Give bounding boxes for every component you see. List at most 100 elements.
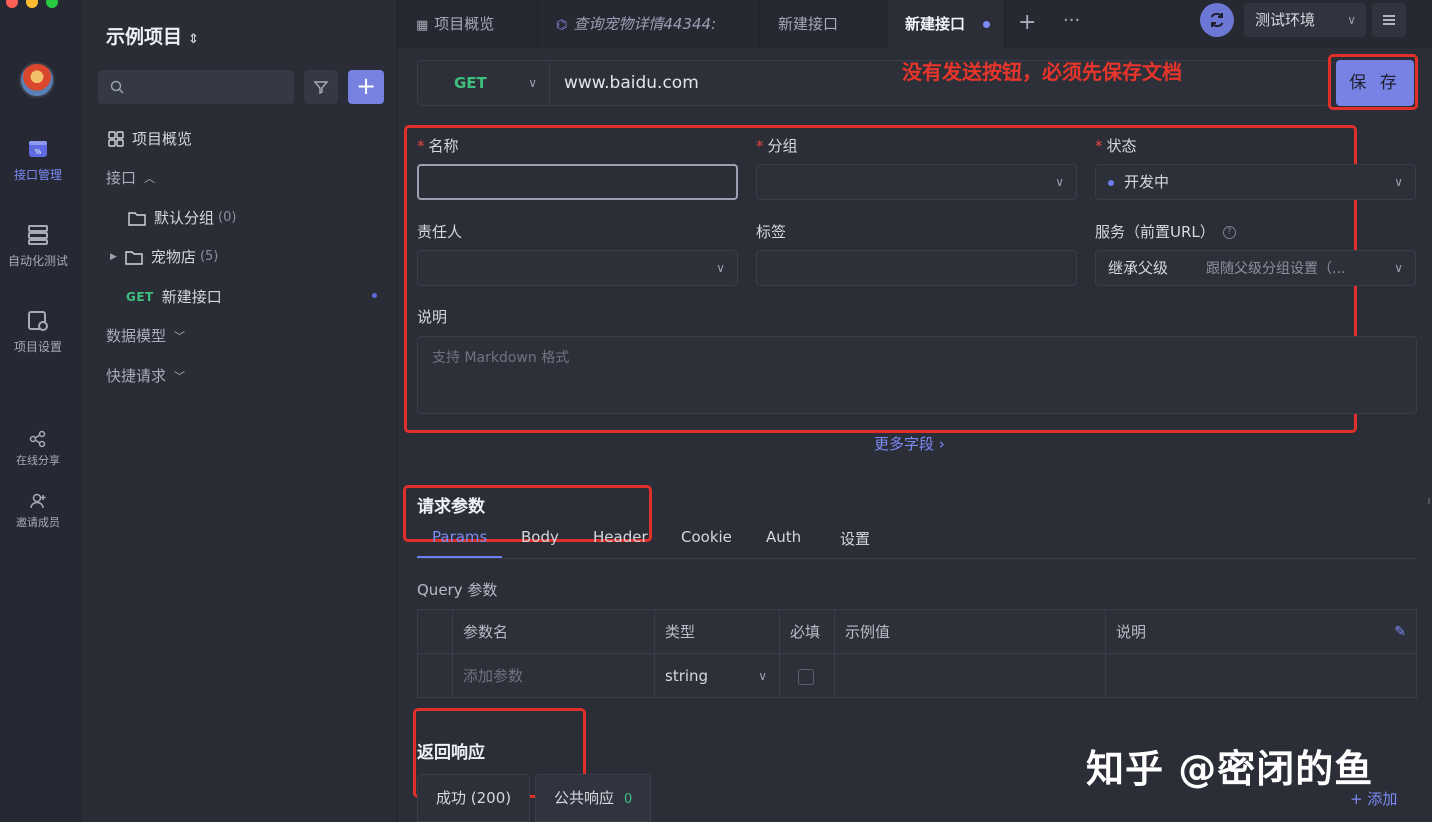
environment-value: 测试环境: [1255, 11, 1316, 29]
bulk-edit-icon[interactable]: ✎: [1394, 610, 1406, 654]
project-switcher[interactable]: 示例项目 ⇕: [106, 22, 199, 49]
service-label: 服务（前置URL）?: [1095, 221, 1236, 242]
method-select[interactable]: GET ∨: [418, 61, 550, 105]
more-fields-link[interactable]: 更多字段 ›: [874, 433, 945, 454]
param-name-input[interactable]: 添加参数: [452, 654, 654, 698]
group-label: * 分组: [756, 137, 798, 155]
rail-item-project-settings[interactable]: 项目设置: [0, 310, 76, 355]
drag-column: [418, 610, 452, 654]
project-settings-icon: [28, 311, 48, 331]
tree-label-interfaces: 接口: [106, 169, 137, 187]
service-hint: 跟随父级分组设置（...: [1206, 261, 1346, 277]
tree-item-new-api[interactable]: GET 新建接口: [126, 286, 222, 307]
tags-input[interactable]: [756, 250, 1077, 286]
add-button[interactable]: +: [348, 70, 384, 104]
query-params-label: Query 参数: [417, 581, 498, 599]
sync-button[interactable]: [1200, 3, 1234, 37]
service-select[interactable]: 继承父级 跟随父级分组设置（... ∨: [1095, 250, 1416, 286]
new-tab-button[interactable]: +: [1018, 10, 1036, 35]
hamburger-icon: [1383, 15, 1395, 25]
rail-item-online-share[interactable]: 在线分享: [0, 430, 76, 468]
project-title: 示例项目: [106, 26, 183, 48]
status-label: * 状态: [1095, 137, 1137, 155]
example-input[interactable]: [834, 654, 1105, 698]
tab-cookie[interactable]: Cookie: [681, 528, 732, 546]
save-button[interactable]: 保 存: [1336, 60, 1414, 106]
switch-arrows-icon: ⇕: [188, 32, 199, 47]
request-params-title: 请求参数: [417, 497, 485, 517]
watermark: 知乎 @密闭的鱼: [1086, 747, 1374, 791]
response-tab-common[interactable]: 公共响应 0: [535, 774, 652, 822]
tree-label-pet-store: 宠物店: [150, 248, 196, 266]
tree-item-overview[interactable]: 项目概览: [108, 128, 192, 149]
description-input[interactable]: [1105, 654, 1416, 698]
url-input[interactable]: www.baidu.com: [564, 61, 699, 105]
chevron-down-icon: ﹀: [174, 329, 186, 343]
tab-new-api-1[interactable]: 新建接口: [760, 0, 887, 48]
tree-item-interfaces[interactable]: 接口 ︿: [106, 167, 155, 188]
tree-item-quick-requests[interactable]: 快捷请求 ﹀: [106, 365, 185, 386]
tree-item-data-models[interactable]: 数据模型 ﹀: [106, 325, 185, 346]
response-tab-success[interactable]: 成功 (200): [417, 774, 531, 822]
tab-settings[interactable]: 设置: [840, 528, 870, 549]
count-badge: 0: [624, 792, 633, 807]
help-icon[interactable]: ?: [1222, 226, 1236, 239]
column-header: 示例值: [834, 610, 1105, 654]
chevron-down-icon: ∨: [1055, 175, 1064, 189]
description-textarea[interactable]: 支持 Markdown 格式: [417, 336, 1417, 414]
tree-item-pet-store[interactable]: ▶ 宠物店 (5): [110, 246, 218, 267]
tab-body[interactable]: Body: [521, 528, 559, 546]
tree-label-default-group: 默认分组: [154, 209, 215, 227]
method-value: GET: [454, 74, 487, 92]
tab-new-api-2[interactable]: 新建接口: [887, 0, 1005, 48]
required-cell: [779, 654, 834, 698]
svg-text:%: %: [35, 148, 42, 156]
tree-count-default-group: (0): [218, 210, 237, 225]
menu-button[interactable]: [1372, 3, 1406, 37]
unsaved-dot: [983, 21, 991, 28]
close-window-button[interactable]: [6, 0, 18, 8]
invite-user-icon: [30, 493, 46, 509]
minimize-window-button[interactable]: [26, 0, 38, 8]
chevron-down-icon: ∨: [1394, 175, 1403, 189]
column-header: 类型: [654, 610, 779, 654]
more-tabs-button[interactable]: ···: [1063, 10, 1080, 31]
tab-header[interactable]: Header: [593, 528, 648, 546]
tree-label-overview: 项目概览: [132, 130, 193, 148]
tree-count-pet-store: (5): [199, 249, 219, 264]
tab-params[interactable]: Params: [432, 528, 487, 546]
group-select[interactable]: ∨: [756, 164, 1077, 200]
avatar[interactable]: [19, 62, 55, 98]
column-header: 必填: [779, 610, 834, 654]
filter-button[interactable]: [304, 70, 338, 104]
api-doc-icon: ⌬: [556, 18, 568, 33]
tab-auth[interactable]: Auth: [766, 528, 801, 546]
status-dot: [1108, 179, 1114, 186]
response-title: 返回响应: [417, 743, 485, 763]
status-select[interactable]: 开发中 ∨: [1095, 164, 1416, 200]
owner-select[interactable]: ∨: [417, 250, 738, 286]
url-bar: GET ∨ www.baidu.com: [417, 60, 1329, 106]
tree-label-new-api: 新建接口: [161, 288, 222, 306]
rail-label-project-settings: 项目设置: [13, 340, 62, 354]
table-row: 添加参数 string ∨: [418, 654, 1416, 698]
name-input[interactable]: [417, 164, 738, 200]
param-type-select[interactable]: string ∨: [654, 654, 779, 698]
automation-icon: [28, 225, 48, 245]
environment-select[interactable]: 测试环境 ∨: [1244, 3, 1366, 37]
description-label: 说明: [417, 308, 448, 326]
annotation-note: 没有发送按钮，必须先保存文档: [902, 60, 1182, 84]
rail-item-automation[interactable]: 自动化测试: [0, 224, 76, 269]
tree-item-default-group[interactable]: 默认分组 (0): [128, 207, 236, 228]
scrollbar[interactable]: [1428, 498, 1430, 504]
required-checkbox[interactable]: [798, 668, 814, 685]
rail-item-invite-members[interactable]: 邀请成员: [0, 492, 76, 530]
window-controls: [6, 0, 58, 8]
tab-project-overview[interactable]: ▦ 项目概览: [398, 0, 538, 48]
maximize-window-button[interactable]: [46, 0, 58, 8]
rail-item-api-management[interactable]: % 接口管理: [0, 138, 76, 183]
tab-pet-details[interactable]: ⌬ 查询宠物详情44344:: [538, 0, 760, 48]
chevron-down-icon: ∨: [1394, 261, 1403, 275]
column-header: 参数名: [452, 610, 654, 654]
search-input[interactable]: [98, 70, 294, 104]
